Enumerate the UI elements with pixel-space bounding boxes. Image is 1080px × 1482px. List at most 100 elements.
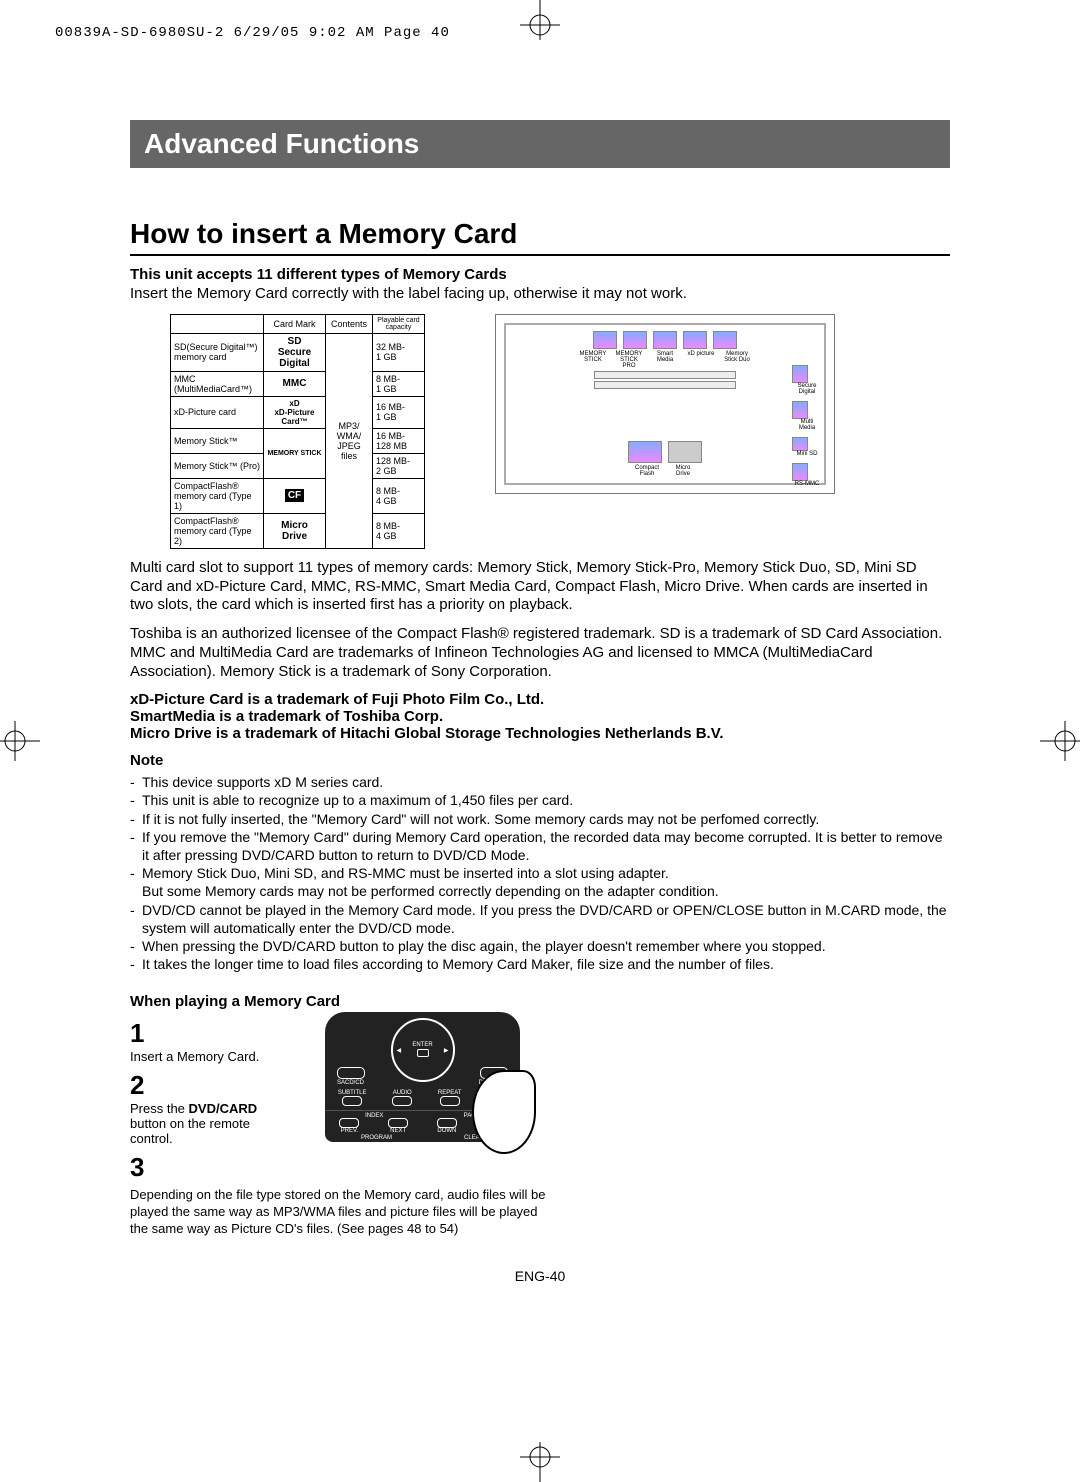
- diagram-label: Multi Media: [792, 419, 822, 431]
- intro-bold: This unit accepts 11 different types of …: [130, 266, 950, 283]
- card-icon: [683, 331, 707, 349]
- row-cap: 8 MB- 1 GB: [373, 371, 425, 396]
- row-name: SD(Secure Digital™) memory card: [171, 333, 264, 371]
- trademark-line: xD-Picture Card is a trademark of Fuji P…: [130, 691, 950, 708]
- btn-label: AUDIO: [392, 1090, 412, 1096]
- diagram-label: Memory Stick Duo: [722, 351, 752, 369]
- playing-heading: When playing a Memory Card: [130, 993, 950, 1010]
- card-icon: [653, 331, 677, 349]
- remote-button-icon: [388, 1118, 408, 1128]
- diagram-label: Mini SD: [792, 451, 822, 457]
- th-blank: [171, 314, 264, 333]
- row-mark: Micro Drive: [264, 513, 326, 548]
- row-cap: 128 MB- 2 GB: [373, 453, 425, 478]
- diagram-label: MEMORY STICK PRO: [614, 351, 644, 369]
- diagram-label: xD picture: [686, 351, 716, 369]
- step-text: Press the DVD/CARD button on the remote …: [130, 1101, 295, 1146]
- note-item: It takes the longer time to load files a…: [142, 955, 774, 973]
- step-number: 3: [130, 1152, 950, 1183]
- btn-label: SUBTITLE: [338, 1090, 367, 1096]
- row-mark: MMC: [264, 371, 326, 396]
- row-name: MMC (MultiMediaCard™): [171, 371, 264, 396]
- print-header: 00839A-SD-6980SU-2 6/29/05 9:02 AM Page …: [55, 25, 450, 41]
- note-item: DVD/CD cannot be played in the Memory Ca…: [142, 901, 950, 937]
- section-heading: Advanced Functions: [130, 120, 950, 168]
- card-icon: [713, 331, 737, 349]
- row-mark: SD Secure Digital: [264, 333, 326, 371]
- intro-text: Insert the Memory Card correctly with th…: [130, 285, 950, 304]
- diagram-label: Micro Drive: [668, 465, 698, 477]
- note-list: -This device supports xD M series card. …: [130, 773, 950, 973]
- remote-button-icon: [440, 1096, 460, 1106]
- sacd-button-icon: [337, 1067, 365, 1079]
- slot-diagram: MEMORY STICK MEMORY STICK PRO Smart Medi…: [495, 314, 835, 494]
- row-name: Memory Stick™ (Pro): [171, 453, 264, 478]
- row-cap: 16 MB- 1 GB: [373, 396, 425, 428]
- enter-button-icon: [417, 1049, 429, 1057]
- remote-button-icon: [392, 1096, 412, 1106]
- th-contents: Contents: [326, 314, 373, 333]
- row-name: CompactFlash® memory card (Type 1): [171, 478, 264, 513]
- slot-icon: [594, 381, 736, 389]
- note-heading: Note: [130, 752, 950, 769]
- remote-button-icon: [437, 1118, 457, 1128]
- btn-label: REPEAT: [438, 1090, 462, 1096]
- note-item: This unit is able to recognize up to a m…: [142, 791, 573, 809]
- paragraph: Toshiba is an authorized licensee of the…: [130, 625, 950, 681]
- row-name: xD-Picture card: [171, 396, 264, 428]
- crop-mark-top: [520, 0, 560, 40]
- arrow-right-icon: ▶: [444, 1047, 449, 1054]
- row-mark: MEMORY STICK: [264, 428, 326, 478]
- row-cap: 8 MB- 4 GB: [373, 478, 425, 513]
- trademark-line: Micro Drive is a trademark of Hitachi Gl…: [130, 725, 950, 742]
- row-name: CompactFlash® memory card (Type 2): [171, 513, 264, 548]
- row-cap: 8 MB- 4 GB: [373, 513, 425, 548]
- card-icon: [792, 401, 808, 419]
- diagram-label: Secure Digital: [792, 383, 822, 395]
- remote-illustration: ENTER ◀ ▶ SACD/CD DVD/CARD SUBTITLE AUDI…: [325, 1012, 520, 1142]
- diagram-label: Smart Media: [650, 351, 680, 369]
- card-icon: [792, 437, 808, 451]
- trademark-line: SmartMedia is a trademark of Toshiba Cor…: [130, 708, 950, 725]
- paragraph: Multi card slot to support 11 types of m…: [130, 559, 950, 615]
- row-cap: 16 MB- 128 MB: [373, 428, 425, 453]
- remote-button-icon: [339, 1118, 359, 1128]
- sacd-label: SACD/CD: [337, 1080, 364, 1086]
- diagram-label: MEMORY STICK: [578, 351, 608, 369]
- row-name: Memory Stick™: [171, 428, 264, 453]
- row-mark: xD xD-Picture Card™: [264, 396, 326, 428]
- crop-mark-left: [0, 721, 40, 761]
- card-icon: [792, 463, 808, 481]
- diagram-label: Compact Flash: [632, 465, 662, 477]
- page-title: How to insert a Memory Card: [130, 218, 950, 256]
- card-icon: [792, 365, 808, 383]
- note-item: When pressing the DVD/CARD button to pla…: [142, 937, 826, 955]
- btn-label: DOWN: [437, 1128, 457, 1134]
- step-number: 1: [130, 1018, 295, 1049]
- card-icon: [628, 441, 662, 463]
- note-item: This device supports xD M series card.: [142, 773, 383, 791]
- diagram-label: RS-MMC: [792, 481, 822, 487]
- btn-label: PREV.: [339, 1128, 359, 1134]
- row-cap: 32 MB- 1 GB: [373, 333, 425, 371]
- page-number: ENG-40: [130, 1268, 950, 1284]
- memory-card-table: Card Mark Contents Playable card capacit…: [170, 314, 425, 549]
- enter-label: ENTER: [412, 1042, 432, 1048]
- slot-icon: [594, 371, 736, 379]
- note-item: Memory Stick Duo, Mini SD, and RS-MMC mu…: [142, 864, 719, 900]
- card-icon: [593, 331, 617, 349]
- card-icon: [668, 441, 702, 463]
- group-label: PROGRAM: [361, 1135, 392, 1141]
- row-mark: CF: [264, 478, 326, 513]
- arrow-left-icon: ◀: [397, 1047, 402, 1054]
- step-text: Insert a Memory Card.: [130, 1049, 295, 1064]
- crop-mark-bottom: [520, 1442, 560, 1482]
- th-capacity: Playable card capacity: [373, 314, 425, 333]
- card-icon: [623, 331, 647, 349]
- note-item: If it is not fully inserted, the "Memory…: [142, 810, 819, 828]
- contents-cell: MP3/ WMA/ JPEG files: [326, 333, 373, 548]
- step-number: 2: [130, 1070, 295, 1101]
- nav-ring-icon: ENTER ◀ ▶: [391, 1018, 455, 1082]
- btn-label: NEXT: [388, 1128, 408, 1134]
- step-text: Depending on the file type stored on the…: [130, 1187, 550, 1238]
